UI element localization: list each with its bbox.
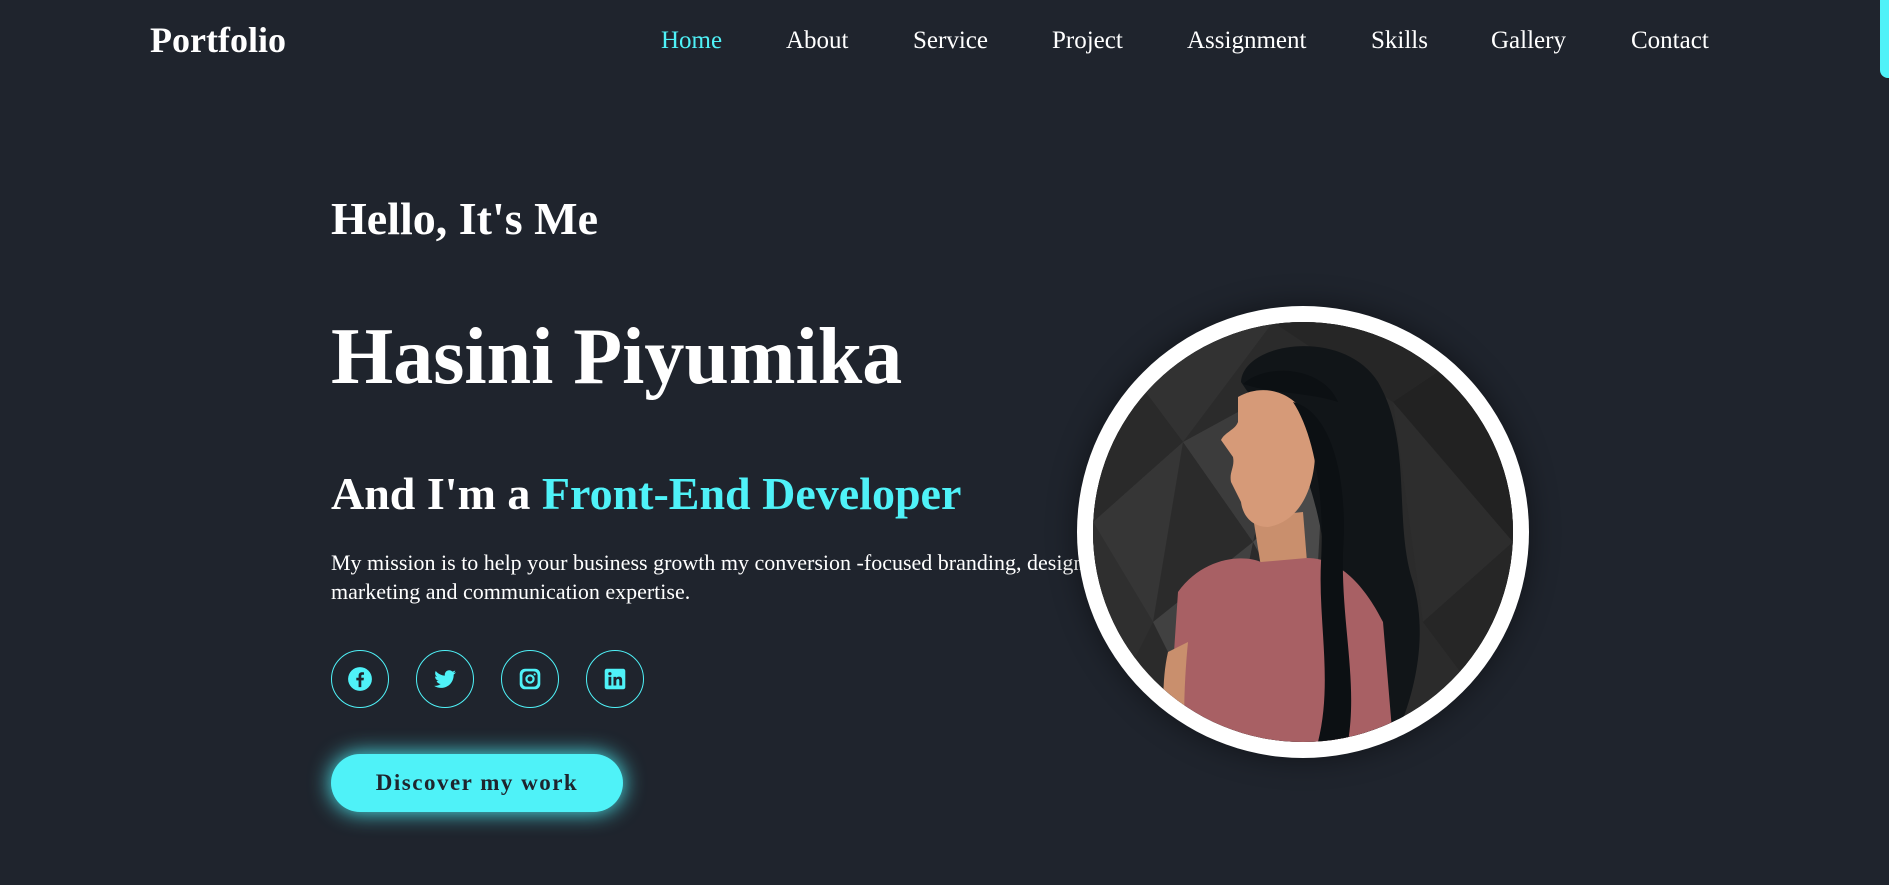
role-accent: Front-End Developer — [541, 468, 962, 519]
nav-gallery[interactable]: Gallery — [1491, 22, 1566, 60]
profile-photo-art — [1093, 322, 1513, 742]
instagram-link[interactable] — [501, 650, 559, 708]
nav-about[interactable]: About — [786, 22, 849, 60]
logo[interactable]: Portfolio — [150, 16, 286, 64]
site-header: Portfolio Home About Service Project Ass… — [0, 0, 1889, 82]
twitter-icon — [434, 670, 456, 688]
hero-name: Hasini Piyumika — [331, 313, 903, 401]
nav-assignment[interactable]: Assignment — [1187, 22, 1306, 60]
hero-mission: My mission is to help your business grow… — [331, 550, 1090, 604]
hero-role: And I'm a Front-End Developer — [331, 464, 961, 524]
discover-work-button[interactable]: Discover my work — [331, 754, 623, 812]
nav-service[interactable]: Service — [913, 22, 988, 60]
nav-skills[interactable]: Skills — [1371, 22, 1428, 60]
nav-project[interactable]: Project — [1052, 22, 1123, 60]
portfolio-page: Portfolio Home About Service Project Ass… — [0, 0, 1889, 885]
facebook-icon — [348, 667, 372, 691]
nav-home[interactable]: Home — [661, 22, 722, 60]
profile-photo-frame — [1077, 306, 1529, 758]
facebook-link[interactable] — [331, 650, 389, 708]
profile-photo — [1093, 322, 1513, 742]
twitter-link[interactable] — [416, 650, 474, 708]
linkedin-link[interactable] — [586, 650, 644, 708]
instagram-icon — [519, 668, 541, 690]
role-prefix: And I'm a — [331, 468, 542, 519]
hero-greeting: Hello, It's Me — [331, 193, 598, 244]
linkedin-icon — [604, 668, 626, 690]
nav-contact[interactable]: Contact — [1631, 22, 1709, 60]
